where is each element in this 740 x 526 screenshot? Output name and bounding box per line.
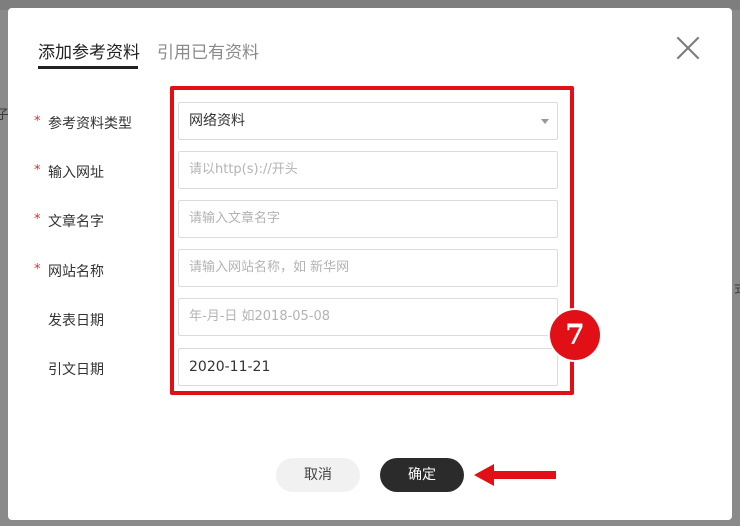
- active-tab-indicator: [38, 66, 138, 69]
- label-article-name: * 文章名字: [34, 212, 104, 230]
- background-text-right: 式: [734, 278, 740, 297]
- required-mark: *: [34, 163, 41, 178]
- label-site-name: * 网站名称: [34, 262, 104, 280]
- label-publish-date: 发表日期: [48, 313, 104, 329]
- chevron-down-icon: [541, 119, 549, 124]
- article-name-input[interactable]: 请输入文章名字: [178, 200, 558, 238]
- close-icon[interactable]: [674, 34, 702, 62]
- tab-cite-existing[interactable]: 引用已有资料: [157, 38, 259, 63]
- arrow-left-icon: [474, 464, 556, 486]
- url-input[interactable]: 请以http(s)://开头: [178, 151, 558, 189]
- step-number-badge: 7: [550, 310, 600, 360]
- label-reference-type: * 参考资料类型: [34, 114, 132, 132]
- tab-add-reference[interactable]: 添加参考资料: [38, 38, 140, 63]
- cancel-button[interactable]: 取消: [276, 458, 360, 492]
- add-reference-dialog: 添加参考资料 引用已有资料 * 参考资料类型 网络资料 * 输入网址 请以htt…: [8, 8, 732, 520]
- label-cite-date: 引文日期: [48, 362, 104, 378]
- publish-date-input[interactable]: 年-月-日 如2018-05-08: [178, 298, 558, 336]
- cite-date-input[interactable]: 2020-11-21: [178, 348, 558, 386]
- required-mark: *: [34, 212, 41, 227]
- site-name-input[interactable]: 请输入网站名称，如 新华网: [178, 249, 558, 287]
- label-url: * 输入网址: [34, 163, 104, 181]
- required-mark: *: [34, 262, 41, 277]
- confirm-button[interactable]: 确定: [380, 458, 464, 492]
- reference-type-select[interactable]: 网络资料: [178, 102, 558, 140]
- required-mark: *: [34, 114, 41, 129]
